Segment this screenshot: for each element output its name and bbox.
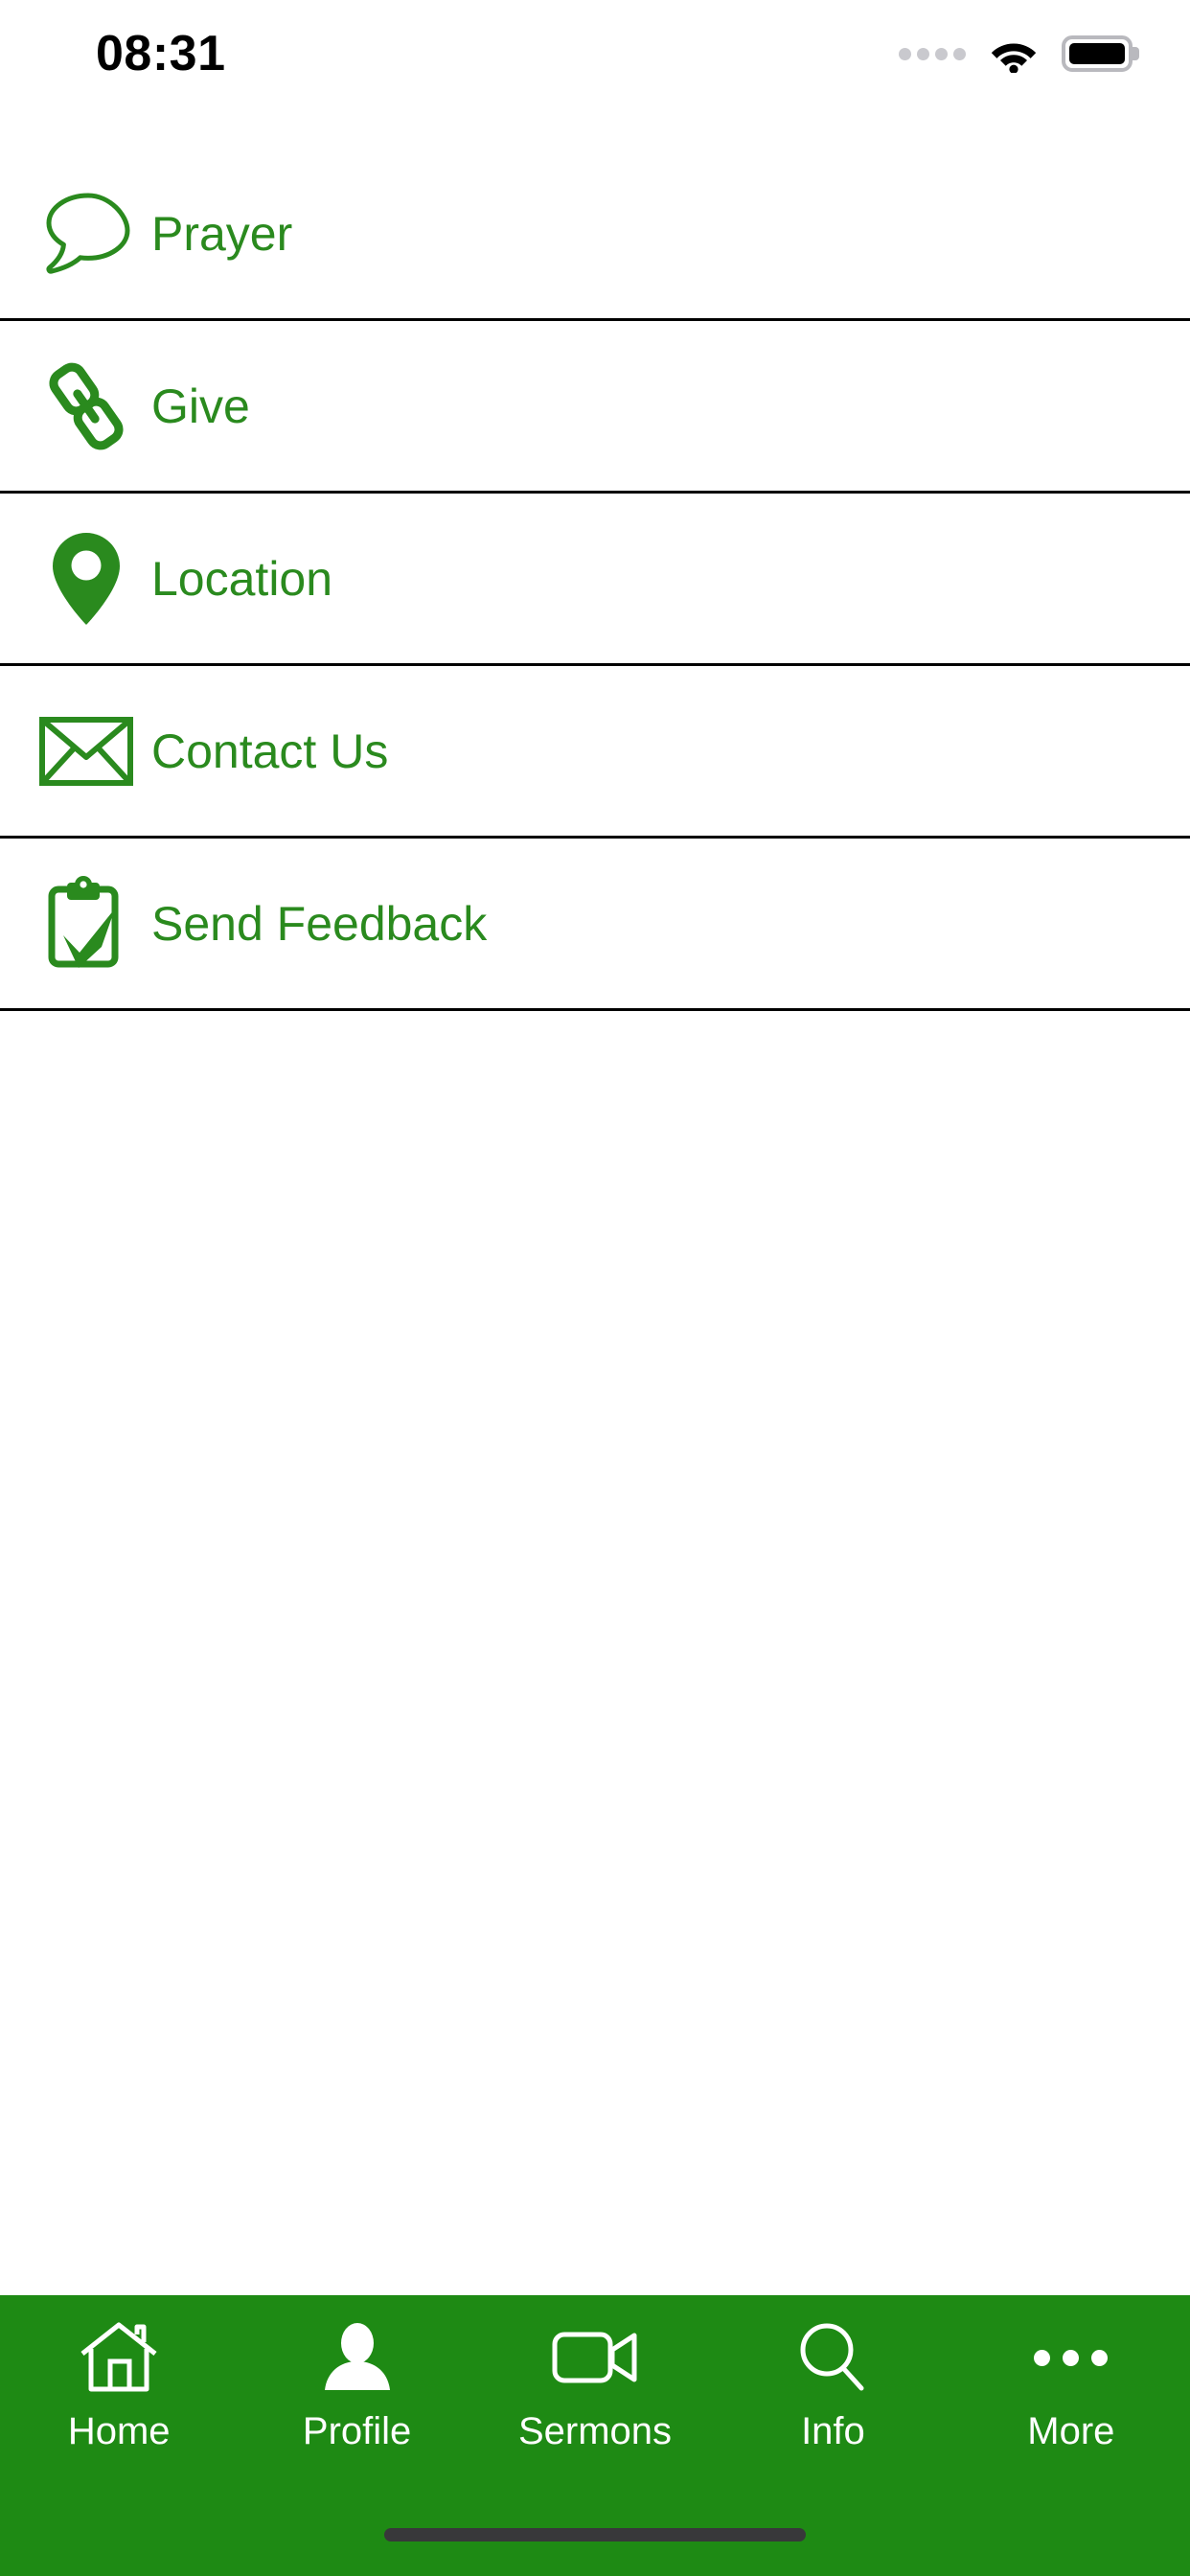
chain-link-icon: [29, 354, 144, 459]
menu-item-label: Send Feedback: [151, 896, 488, 951]
battery-full-icon: [1062, 35, 1133, 72]
tab-list: Home Profile Sermons Info More: [0, 2295, 1190, 2487]
tab-home[interactable]: Home: [0, 2316, 238, 2487]
tab-label: Home: [67, 2410, 171, 2452]
tab-info[interactable]: Info: [714, 2316, 951, 2487]
status-bar: 08:31: [0, 0, 1190, 107]
home-indicator[interactable]: [384, 2528, 806, 2542]
menu-item-label: Contact Us: [151, 724, 389, 778]
menu-item-give[interactable]: Give: [0, 321, 1190, 494]
tab-label: Profile: [302, 2410, 412, 2452]
ellipsis-icon: [1034, 2316, 1109, 2399]
bottom-tab-bar: Home Profile Sermons Info More: [0, 2295, 1190, 2576]
tab-label: More: [1027, 2410, 1115, 2452]
menu-item-send-feedback[interactable]: Send Feedback: [0, 839, 1190, 1011]
envelope-icon: [29, 699, 144, 804]
menu-item-label: Location: [151, 551, 333, 606]
person-icon: [319, 2316, 396, 2399]
video-camera-icon: [552, 2316, 638, 2399]
status-bar-indicators: [899, 34, 1133, 73]
menu-item-label: Prayer: [151, 206, 293, 261]
menu-item-contact-us[interactable]: Contact Us: [0, 666, 1190, 839]
tab-label: Info: [801, 2410, 865, 2452]
magnifier-icon: [798, 2316, 867, 2399]
menu-item-label: Give: [151, 379, 250, 433]
map-pin-icon: [29, 526, 144, 632]
menu-item-location[interactable]: Location: [0, 494, 1190, 666]
house-icon: [79, 2316, 159, 2399]
speech-bubble-icon: [29, 181, 144, 287]
tab-label: Sermons: [517, 2410, 673, 2452]
status-bar-clock: 08:31: [96, 26, 226, 81]
tab-more[interactable]: More: [952, 2316, 1190, 2487]
tab-sermons[interactable]: Sermons: [476, 2316, 714, 2487]
signal-dots-icon: [899, 47, 966, 60]
app-screen: 08:31 Prayer Give Location Contact Us Se…: [0, 0, 1190, 2576]
menu-item-prayer[interactable]: Prayer: [0, 149, 1190, 321]
wifi-icon: [991, 43, 1037, 73]
clipboard-check-icon: [29, 871, 144, 977]
menu-list: Prayer Give Location Contact Us Send Fee…: [0, 149, 1190, 1011]
tab-profile[interactable]: Profile: [238, 2316, 475, 2487]
